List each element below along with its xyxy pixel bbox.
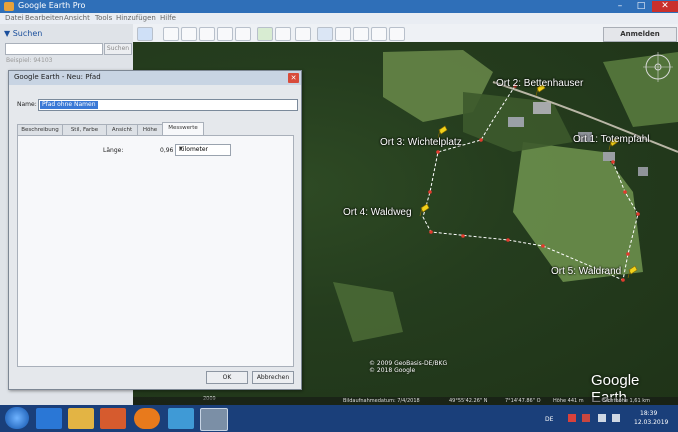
google-earth-icon bbox=[4, 2, 14, 11]
google-earth-taskbar-icon[interactable] bbox=[200, 408, 228, 431]
internet-explorer-icon[interactable] bbox=[36, 408, 62, 429]
longitude: 7°14'47.86" O bbox=[505, 398, 541, 404]
tab-measurements[interactable]: Messwerte bbox=[162, 122, 204, 136]
toolbar bbox=[133, 24, 678, 43]
name-value: Pfad ohne Namen bbox=[40, 101, 98, 109]
language-indicator[interactable]: DE bbox=[545, 416, 553, 423]
eye-altitude: Sichthöhe 1,61 km bbox=[603, 398, 650, 404]
place-label[interactable]: Ort 3: Wichtelplatz bbox=[380, 137, 462, 148]
dialog-close-button[interactable]: ✕ bbox=[288, 73, 299, 83]
place-label[interactable]: Ort 5: Waldrand bbox=[551, 266, 621, 277]
signin-button[interactable]: Anmelden bbox=[603, 27, 677, 42]
polygon-icon[interactable] bbox=[181, 27, 197, 41]
name-label: Name: bbox=[17, 101, 37, 108]
window-title-bar: Google Earth Pro – □ ✕ bbox=[0, 0, 678, 13]
dialog-title: Google Earth - Neu: Pfad bbox=[14, 73, 101, 81]
latitude: 49°55'42.26" N bbox=[449, 398, 488, 404]
minimize-button[interactable]: – bbox=[610, 1, 630, 12]
ruler-icon[interactable] bbox=[317, 27, 333, 41]
length-value: 0,96 bbox=[160, 147, 174, 154]
search-panel-header[interactable]: ▼ Suchen bbox=[4, 29, 42, 38]
menu-item-view[interactable]: Ansicht bbox=[64, 14, 90, 22]
menu-item-file[interactable]: Datei bbox=[5, 14, 24, 22]
measurements-panel: Länge: 0,96 Kilometer ▼ bbox=[17, 135, 294, 367]
clock-time[interactable]: 18:39 bbox=[640, 410, 657, 417]
field bbox=[513, 142, 643, 282]
building bbox=[638, 167, 648, 176]
windows-taskbar: DE 18:39 12.03.2019 bbox=[0, 405, 678, 432]
new-path-dialog: Google Earth - Neu: Pfad ✕ Name: Pfad oh… bbox=[8, 70, 302, 390]
elevation: Höhe 441 m bbox=[553, 398, 584, 404]
field bbox=[333, 282, 403, 342]
place-label[interactable]: Ort 4: Waldweg bbox=[343, 207, 412, 218]
building bbox=[533, 102, 551, 114]
historical-imagery-icon[interactable] bbox=[257, 27, 273, 41]
menu-item-tools[interactable]: Tools bbox=[95, 14, 112, 22]
menu-item-edit[interactable]: Bearbeiten bbox=[25, 14, 63, 22]
place-label[interactable]: Ort 2: Bettenhauser bbox=[496, 78, 583, 89]
clock-date[interactable]: 12.03.2019 bbox=[634, 419, 668, 426]
field bbox=[603, 52, 678, 127]
print-icon[interactable] bbox=[353, 27, 369, 41]
menu-bar: Datei Bearbeiten Ansicht Tools Hinzufüge… bbox=[0, 13, 678, 24]
window-title: Google Earth Pro bbox=[18, 1, 86, 10]
cancel-button[interactable]: Abbrechen bbox=[252, 371, 294, 384]
email-icon[interactable] bbox=[335, 27, 351, 41]
unit-select[interactable]: Kilometer ▼ bbox=[175, 144, 231, 156]
building bbox=[508, 117, 524, 127]
maps-icon[interactable] bbox=[389, 27, 405, 41]
sun-icon[interactable] bbox=[275, 27, 291, 41]
file-explorer-icon[interactable] bbox=[68, 408, 94, 429]
planets-icon[interactable] bbox=[295, 27, 311, 41]
name-input[interactable]: Pfad ohne Namen bbox=[38, 99, 298, 111]
start-button[interactable] bbox=[5, 407, 29, 429]
building bbox=[603, 152, 615, 161]
overlay-icon[interactable] bbox=[217, 27, 233, 41]
place-label[interactable]: Ort 1: Totempfahl bbox=[573, 134, 650, 145]
placemark-icon[interactable] bbox=[163, 27, 179, 41]
media-player-icon[interactable] bbox=[100, 408, 126, 429]
firefox-icon[interactable] bbox=[134, 408, 160, 429]
close-button[interactable]: ✕ bbox=[652, 1, 678, 12]
save-image-icon[interactable] bbox=[371, 27, 387, 41]
app-icon[interactable] bbox=[168, 408, 194, 429]
search-input[interactable] bbox=[5, 43, 103, 55]
network-icon[interactable] bbox=[598, 414, 606, 422]
volume-icon[interactable] bbox=[612, 414, 620, 422]
tray-icon[interactable] bbox=[582, 414, 590, 422]
tray-icon[interactable] bbox=[568, 414, 576, 422]
length-label: Länge: bbox=[103, 147, 124, 154]
sidebar-toggle-icon[interactable] bbox=[137, 27, 153, 41]
menu-item-add[interactable]: Hinzufügen bbox=[116, 14, 156, 22]
ok-button[interactable]: OK bbox=[206, 371, 248, 384]
dialog-title-bar[interactable]: Google Earth - Neu: Pfad ✕ bbox=[9, 71, 301, 85]
status-bar: Bildaufnahmedatum: 7/4/2018 49°55'42.26"… bbox=[133, 397, 678, 405]
tour-icon[interactable] bbox=[235, 27, 251, 41]
search-hint: Beispiel: 94103 bbox=[6, 57, 53, 64]
search-button[interactable]: Suchen bbox=[104, 43, 132, 55]
maximize-button[interactable]: □ bbox=[631, 1, 651, 12]
chevron-down-icon: ▼ bbox=[179, 146, 183, 152]
imagery-date: Bildaufnahmedatum: 7/4/2018 bbox=[343, 398, 420, 404]
path-icon[interactable] bbox=[199, 27, 215, 41]
menu-item-help[interactable]: Hilfe bbox=[160, 14, 176, 22]
imagery-credits: © 2009 GeoBasis-DE/BKG © 2018 Google bbox=[369, 360, 448, 374]
